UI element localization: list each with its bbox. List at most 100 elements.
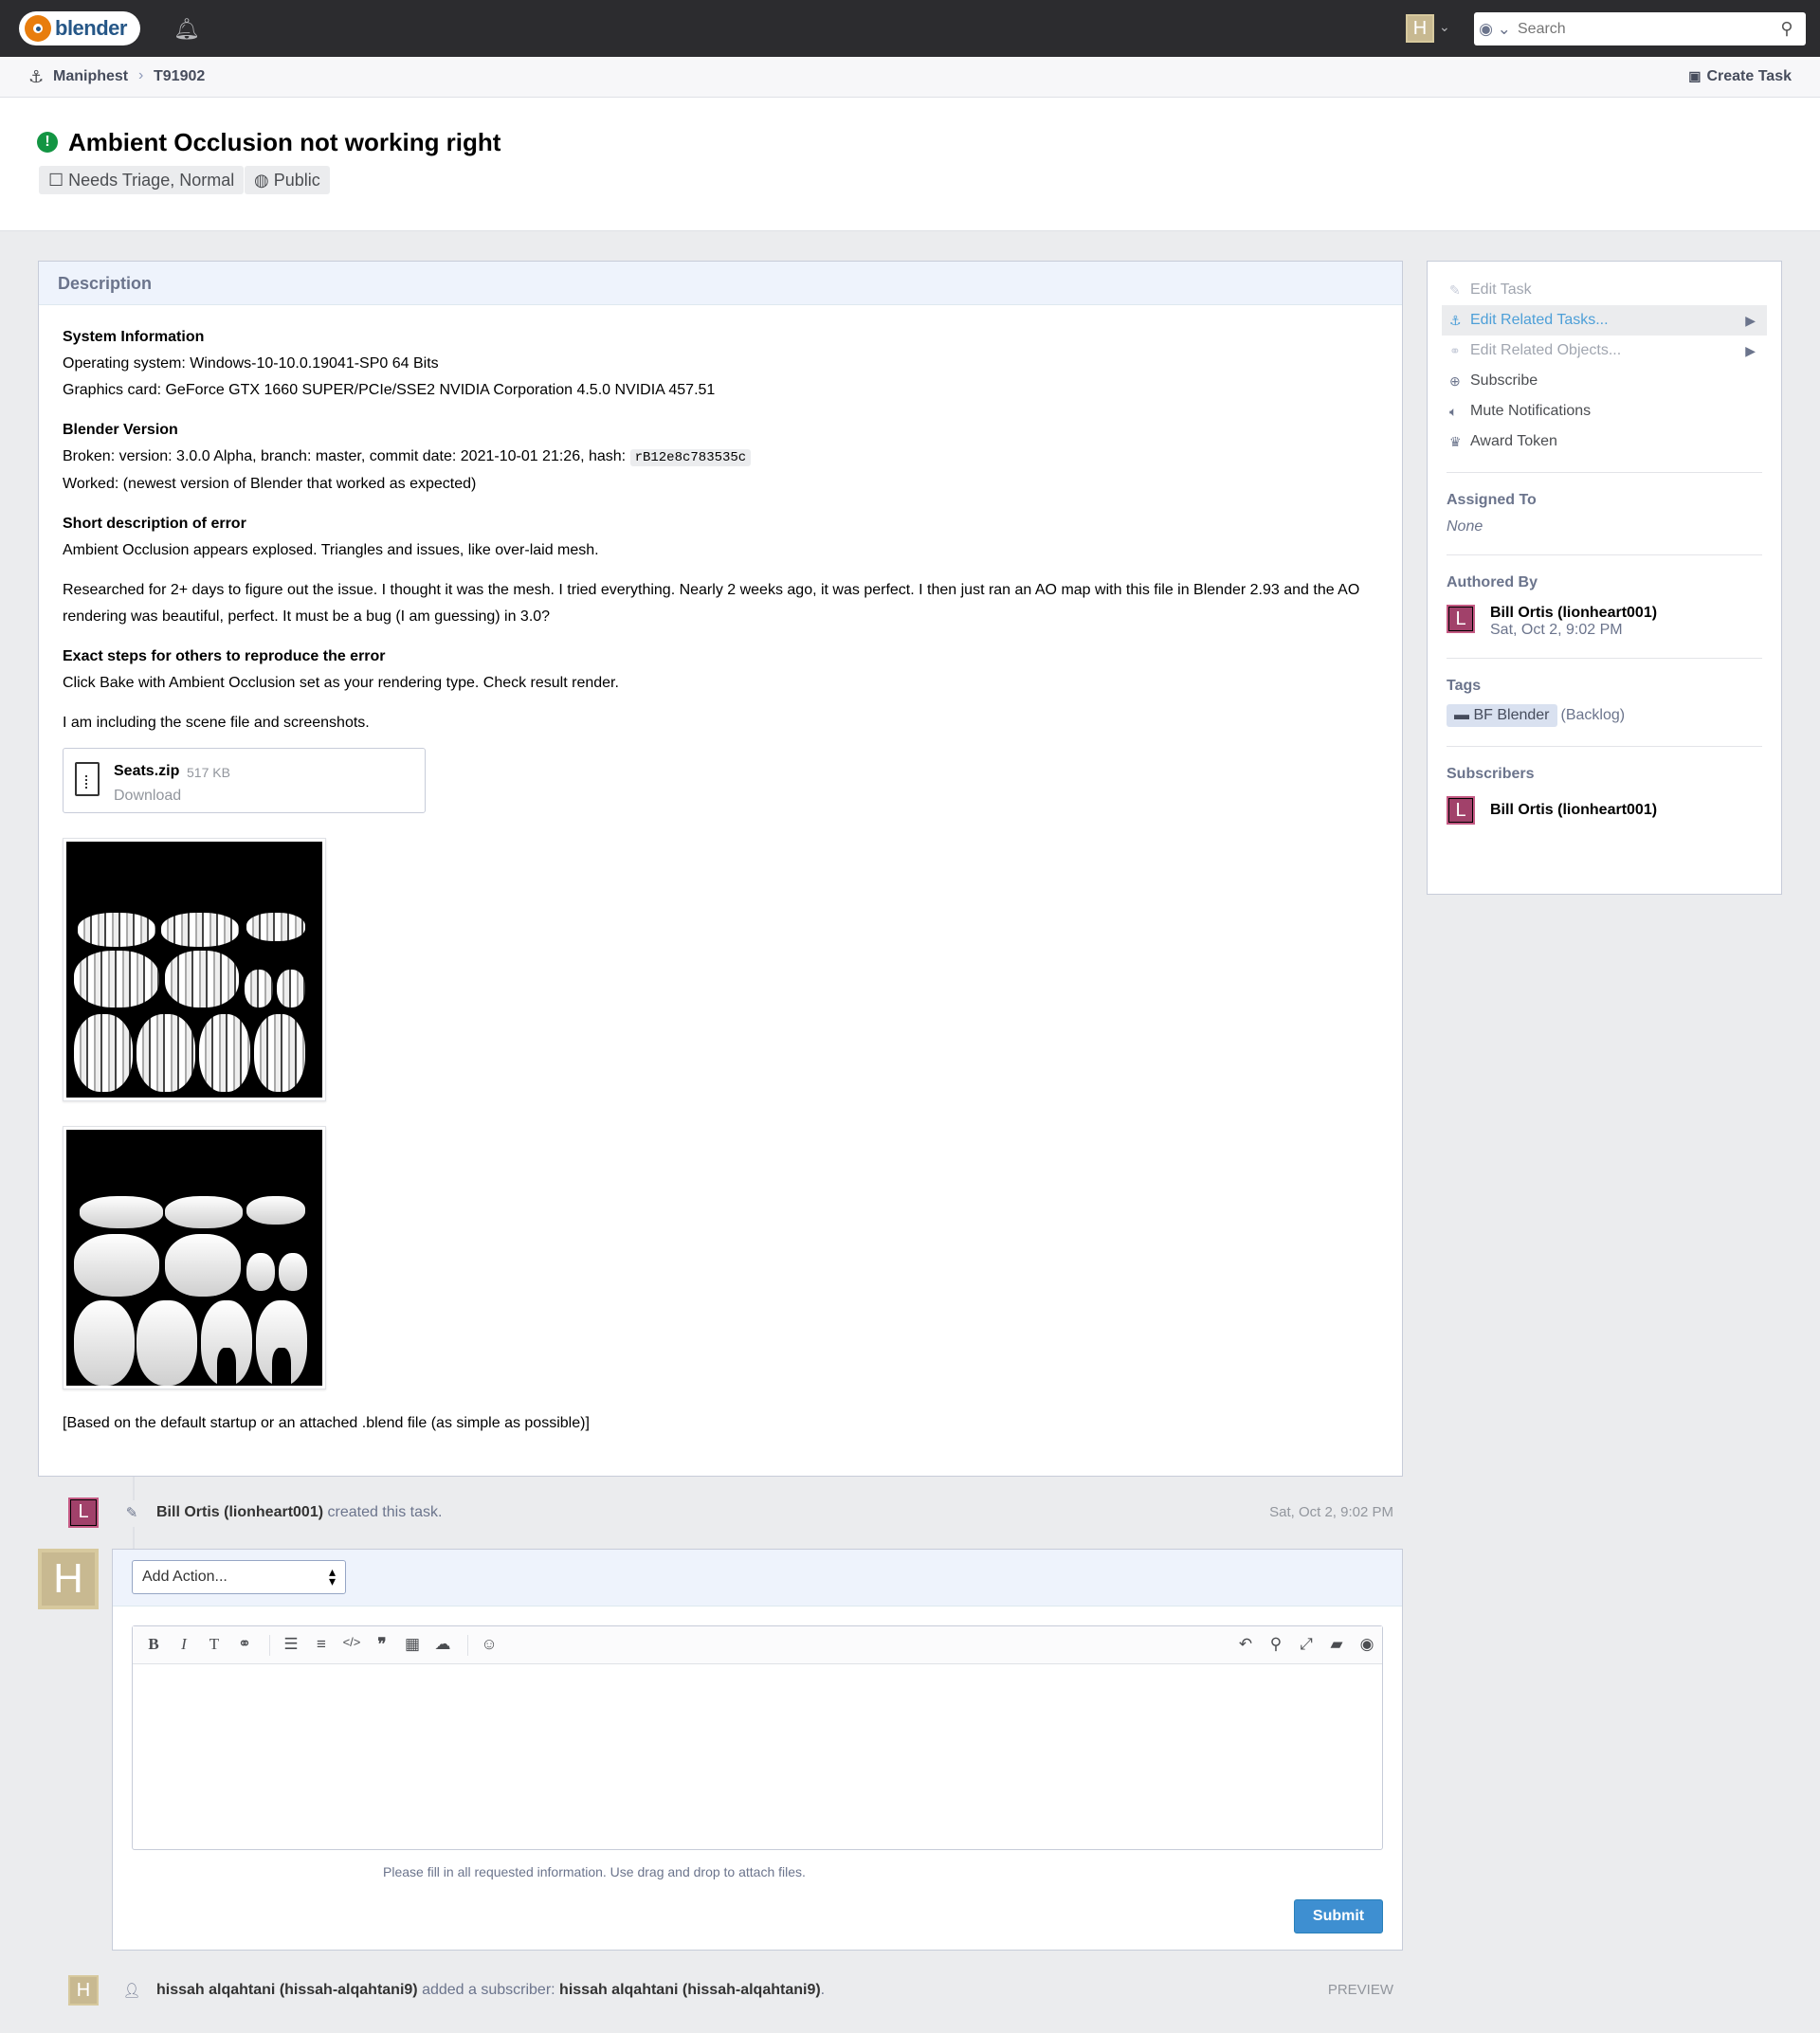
bold-icon[interactable]: B [142,1635,165,1654]
avatar[interactable]: H [68,1975,99,2006]
description-heading: Description [39,262,1402,305]
blender-version-heading: Blender Version [63,422,178,438]
project-tag[interactable]: ▬ BF Blender [1447,704,1557,727]
avatar[interactable]: L [68,1498,99,1528]
file-attachment[interactable]: Seats.zip 517 KB Download [63,748,426,813]
broken-prefix: Broken: version: 3.0.0 Alpha, branch: ma… [63,448,630,464]
tags-label: Tags [1447,678,1482,694]
avatar[interactable]: L [1447,605,1475,633]
comment-textarea[interactable] [133,1664,1382,1849]
mute-notifications-label: Mute Notifications [1470,403,1592,419]
edit-related-objects-action[interactable]: ⚭ Edit Related Objects... ▶ [1442,336,1767,366]
subscriber-entry: L Bill Ortis (lionheart001) [1447,796,1762,825]
screenshot-image-1 [66,842,322,1098]
comment-editor: B I T ⚭ ☰ ≡ </> ❞ ▦ ☁ ☺ ↶ ⚲ ⤢ ▰ ◉ [132,1625,1383,1850]
preview-text: hissah alqahtani (hissah-alqahtani9) add… [156,1982,825,1999]
subscribe-action[interactable]: ⊕ Subscribe [1442,366,1767,396]
breadcrumb-maniphest[interactable]: Maniphest [53,68,128,85]
link-icon[interactable]: ⚭ [233,1635,256,1654]
avatar[interactable]: L [1447,796,1475,825]
upload-cloud-icon[interactable]: ☁ [431,1635,454,1654]
code-icon[interactable]: </> [340,1635,363,1649]
notification-bell-icon[interactable]: 🔔︎ [173,17,200,42]
table-icon[interactable]: ▦ [401,1635,424,1654]
screenshot-thumbnail-1[interactable] [63,838,326,1101]
mute-notifications-action[interactable]: 🔈︎ Mute Notifications [1442,396,1767,427]
exclamation-circle-icon: ! [37,132,58,153]
authored-by-label: Authored By [1447,574,1538,590]
briefcase-icon: ▬ [1454,707,1469,723]
user-avatar-menu[interactable]: H [1406,14,1434,43]
subscriber-name[interactable]: Bill Ortis (lionheart001) [1490,802,1657,825]
italic-icon[interactable]: I [173,1635,195,1654]
edit-task-label: Edit Task [1470,281,1532,298]
file-download-link[interactable]: Download [114,783,181,809]
award-token-label: Award Token [1470,433,1557,449]
create-task-label: Create Task [1706,68,1792,84]
status-badge: ☐ Needs Triage, Normal [39,166,245,194]
gpu-text: Graphics card: GeForce GTX 1660 SUPER/PC… [63,382,716,398]
timeline-event-text: Bill Ortis (lionheart001) created this t… [156,1504,442,1521]
quote-icon[interactable]: ❞ [371,1635,393,1654]
blender-logo[interactable]: blender [19,11,140,45]
commit-hash-link[interactable]: rB12e8c783535c [629,449,752,466]
screenshot-thumbnail-2[interactable] [63,1126,326,1389]
add-action-select[interactable]: Add Action... ▴ ▾ [132,1560,346,1594]
trophy-icon: ♛ [1449,433,1462,449]
preview-actor[interactable]: hissah alqahtani (hissah-alqahtani9) [156,1982,418,1998]
timeline-author[interactable]: Bill Ortis (lionheart001) [156,1504,323,1520]
search-input[interactable] [1516,12,1768,45]
award-token-action[interactable]: ♛ Award Token [1442,427,1767,457]
monospace-icon[interactable]: T [203,1635,226,1654]
emoji-icon[interactable]: ☺ [478,1635,500,1654]
editor-toolbar: B I T ⚭ ☰ ≡ </> ❞ ▦ ☁ ☺ ↶ ⚲ ⤢ ▰ ◉ [133,1626,1382,1664]
undo-icon[interactable]: ↶ [1234,1635,1257,1654]
search-scope-globe-icon[interactable]: ◉ ⌄ [1474,12,1516,45]
top-nav-bar: blender 🔔︎ H ⌄ ◉ ⌄ ⚲ [0,0,1820,57]
zip-file-icon [75,762,100,796]
edit-related-tasks-action[interactable]: ⚓︎ Edit Related Tasks... ▶ [1442,305,1767,336]
status-badge-label: Needs Triage, Normal [68,171,235,190]
breadcrumb-task-id[interactable]: T91902 [154,68,205,85]
author-name[interactable]: Bill Ortis (lionheart001) [1490,605,1657,622]
including-text: I am including the scene file and screen… [63,715,370,731]
edit-task-action[interactable]: ✎ Edit Task [1442,275,1767,305]
globe-icon: ◍ [254,171,269,190]
numbered-list-icon[interactable]: ≡ [310,1635,333,1654]
preview-eye-icon[interactable]: ◉ [1356,1635,1378,1654]
chevron-down-icon[interactable]: ⌄ [1439,19,1450,35]
help-text: Please fill in all requested information… [383,1864,806,1879]
submit-button[interactable]: Submit [1294,1899,1383,1933]
edit-related-objects-label: Edit Related Objects... [1470,342,1622,358]
description-body: System Information Operating system: Win… [39,305,1402,1456]
preview-target[interactable]: hissah alqahtani (hissah-alqahtani9) [559,1982,821,1998]
file-name[interactable]: Seats.zip [114,758,179,785]
subscribe-label: Subscribe [1470,372,1538,389]
visibility-label: Public [273,171,320,190]
task-sidebar: ✎ Edit Task ⚓︎ Edit Related Tasks... ▶ ⚭ Edi… [1427,261,1782,895]
fullscreen-icon[interactable]: ⤢ [1295,1635,1318,1654]
anchor-icon: ⚓︎ [1449,312,1462,328]
anchor-icon: ⚓︎ [28,67,45,86]
search-icon[interactable]: ⚲ [1768,19,1806,39]
system-info-heading: System Information [63,329,205,345]
research-text: Researched for 2+ days to figure out the… [63,582,1360,625]
breadcrumb-separator-icon: › [138,67,144,83]
create-task-button[interactable]: ▣ Create Task [1688,68,1792,85]
avatar[interactable]: H [38,1549,99,1609]
book-icon[interactable]: ▰ [1325,1635,1348,1654]
timeline-verb: created this task. [323,1504,443,1520]
timeline-preview: H 👤︎ hissah alqahtani (hissah-alqahtani9… [68,1975,1405,2007]
footer-note-text: [Based on the default startup or an atta… [63,1415,590,1431]
bulleted-list-icon[interactable]: ☰ [280,1635,302,1654]
comment-form-header: Add Action... ▴ ▾ [113,1550,1402,1606]
author-entry: L Bill Ortis (lionheart001) Sat, Oct 2, … [1447,605,1762,639]
pencil-icon: ✎ [118,1500,145,1527]
subscribers-label: Subscribers [1447,766,1535,782]
worked-text: Worked: (newest version of Blender that … [63,476,477,492]
add-action-label: Add Action... [142,1569,228,1585]
search-box: ◉ ⌄ ⚲ [1474,12,1806,45]
submenu-arrow-icon: ▶ [1745,343,1756,358]
pin-icon[interactable]: ⚲ [1265,1635,1287,1654]
timeline-date[interactable]: Sat, Oct 2, 9:02 PM [1269,1504,1393,1520]
